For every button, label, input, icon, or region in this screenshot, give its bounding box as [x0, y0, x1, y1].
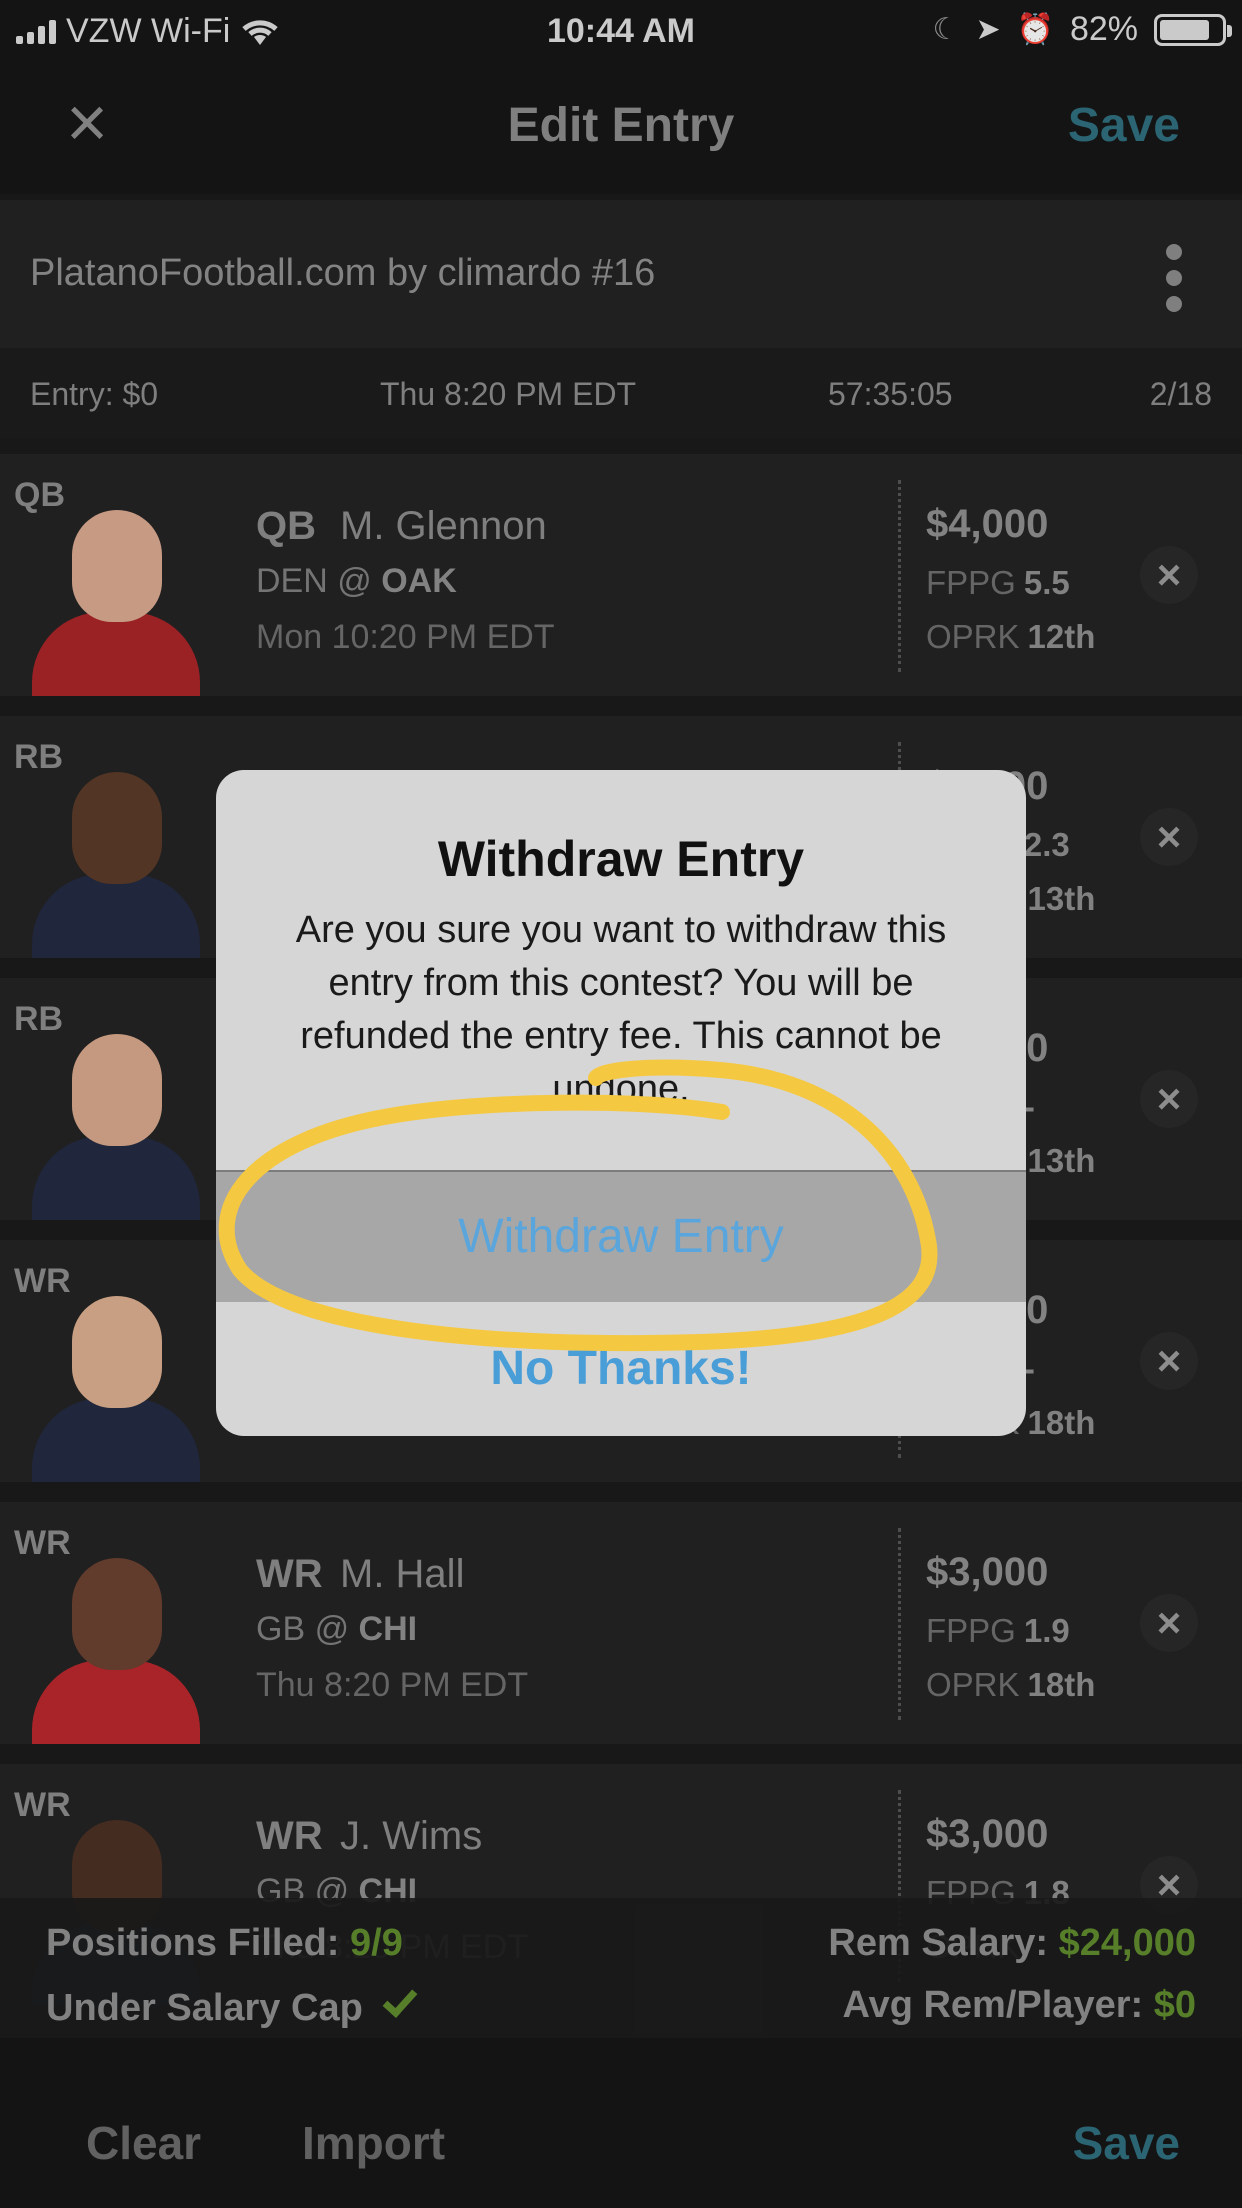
- no-thanks-button[interactable]: No Thanks!: [216, 1302, 1026, 1436]
- alert-message: Are you sure you want to withdraw this e…: [295, 909, 947, 1110]
- withdraw-entry-button[interactable]: Withdraw Entry: [216, 1172, 1026, 1302]
- alert-title: Withdraw Entry: [437, 831, 805, 887]
- withdraw-alert-dialog: Withdraw Entry Are you sure you want to …: [216, 770, 1026, 1436]
